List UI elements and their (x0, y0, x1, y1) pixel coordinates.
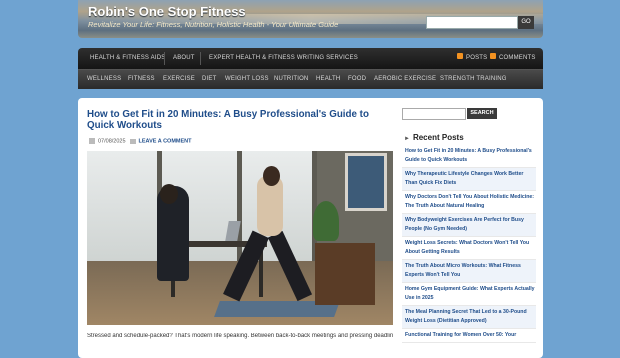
recent-post-link[interactable]: Weight Loss Secrets: What Doctors Won't … (402, 237, 536, 260)
seated-person-head (160, 184, 178, 204)
nav-divider (200, 52, 201, 65)
recent-posts-list: How to Get Fit in 20 Minutes: A Busy Pro… (402, 145, 536, 343)
cabinet (315, 243, 375, 305)
go-button[interactable]: GO (518, 16, 534, 29)
recent-post-link[interactable]: Why Bodyweight Exercises Are Perfect for… (402, 214, 536, 237)
post-meta: 07/08/2025 LEAVE A COMMENT (89, 138, 192, 144)
recent-posts-heading-label: Recent Posts (412, 133, 464, 142)
exercising-person-head (263, 166, 280, 186)
recent-post-link[interactable]: Why Doctors Don't Tell You About Holisti… (402, 191, 536, 214)
leave-comment-link[interactable]: LEAVE A COMMENT (139, 138, 192, 144)
recent-post-link[interactable]: Why Therapeutic Lifestyle Changes Work B… (402, 168, 536, 191)
recent-post-link[interactable]: The Truth About Micro Workouts: What Fit… (402, 260, 536, 283)
post-title[interactable]: How to Get Fit in 20 Minutes: A Busy Pro… (87, 109, 387, 131)
rss-icon (490, 53, 496, 60)
category-item-health[interactable]: HEALTH (316, 70, 340, 89)
nav-divider (164, 52, 165, 65)
comment-icon (129, 138, 136, 144)
wall-picture (345, 153, 387, 211)
posts-feed-link[interactable]: POSTS (457, 48, 487, 69)
rss-icon (457, 53, 463, 60)
category-item-food[interactable]: FOOD (348, 70, 366, 89)
nav-item-writing-services[interactable]: EXPERT HEALTH & FITNESS WRITING SERVICES (209, 48, 358, 69)
category-item-exercise[interactable]: EXERCISE (163, 70, 195, 89)
category-nav: WELLNESS FITNESS EXERCISE DIET WEIGHT LO… (78, 69, 543, 89)
potted-plant (313, 201, 339, 241)
category-item-diet[interactable]: DIET (202, 70, 216, 89)
site-title[interactable]: Robin's One Stop Fitness (88, 4, 246, 19)
category-item-wellness[interactable]: WELLNESS (87, 70, 121, 89)
recent-posts-heading: ► Recent Posts (404, 133, 464, 142)
recent-post-link[interactable]: How to Get Fit in 20 Minutes: A Busy Pro… (402, 145, 536, 168)
post-date: 07/08/2025 (98, 138, 126, 145)
category-item-weight-loss[interactable]: WEIGHT LOSS (225, 70, 269, 89)
category-item-strength-training[interactable]: STRENGTH TRAINING (440, 70, 507, 89)
search-button[interactable]: SEARCH (467, 108, 497, 119)
sidebar-search-input[interactable] (402, 108, 466, 120)
post-excerpt: Stressed and schedule-packed? That's mod… (87, 333, 393, 339)
recent-post-link[interactable]: Functional Training for Women Over 50: Y… (402, 329, 536, 343)
posts-feed-label: POSTS (466, 55, 488, 61)
nav-item-about[interactable]: ABOUT (173, 48, 195, 69)
post-featured-image[interactable] (87, 151, 393, 325)
recent-post-link[interactable]: The Meal Planning Secret That Led to a 3… (402, 306, 536, 329)
category-item-nutrition[interactable]: NUTRITION (274, 70, 308, 89)
site-tagline: Revitalize Your Life: Fitness, Nutrition… (88, 20, 339, 29)
window-pane (87, 151, 162, 261)
category-item-aerobic-exercise[interactable]: AEROBIC EXERCISE (374, 70, 436, 89)
category-item-fitness[interactable]: FITNESS (128, 70, 155, 89)
primary-nav: HEALTH & FITNESS AIDS ABOUT EXPERT HEALT… (78, 48, 543, 69)
chevron-right-icon: ► (404, 136, 410, 142)
comments-feed-label: COMMENTS (499, 55, 536, 61)
calendar-icon (89, 138, 95, 144)
header-search-input[interactable] (426, 16, 518, 29)
recent-post-link[interactable]: Home Gym Equipment Guide: What Experts A… (402, 283, 536, 306)
comments-feed-link[interactable]: COMMENTS (490, 48, 536, 69)
nav-item-health-fitness-aids[interactable]: HEALTH & FITNESS AIDS (90, 48, 165, 69)
